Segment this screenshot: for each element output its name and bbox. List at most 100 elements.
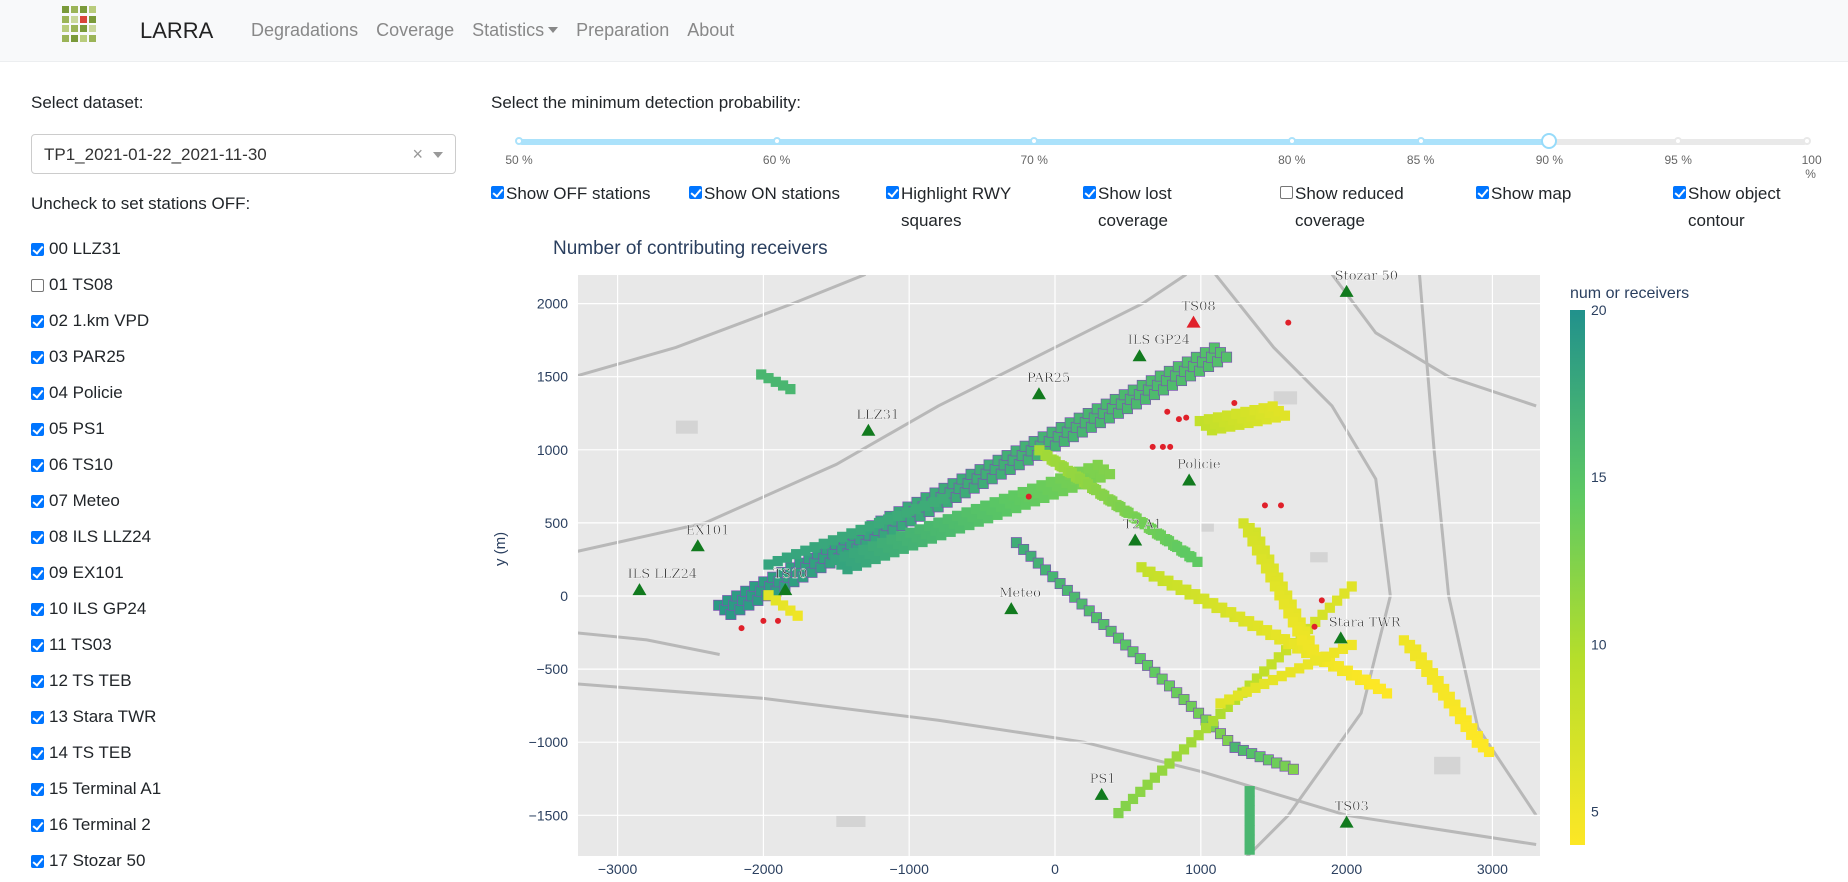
heatmap-cell xyxy=(776,567,788,578)
slider-dot[interactable] xyxy=(515,137,523,145)
station-item[interactable]: 04 Policie xyxy=(31,383,123,403)
station-label: ILS LLZ24 xyxy=(627,567,697,582)
slider-mark-label[interactable]: 60 % xyxy=(763,153,790,167)
station-checkbox[interactable] xyxy=(31,242,44,256)
heatmap-cell xyxy=(1187,589,1198,600)
station-item[interactable]: 07 Meteo xyxy=(31,491,120,511)
station-checkbox[interactable] xyxy=(31,386,44,400)
station-checkbox[interactable] xyxy=(31,854,44,868)
station-item[interactable]: 14 TS TEB xyxy=(31,743,132,763)
heatmap-cell xyxy=(1249,404,1260,416)
station-item[interactable]: 16 Terminal 2 xyxy=(31,815,151,835)
clear-icon[interactable]: × xyxy=(412,144,423,165)
heatmap-cell xyxy=(1328,661,1339,672)
brand-name[interactable]: LARRA xyxy=(140,18,213,44)
station-item[interactable]: 11 TS03 xyxy=(31,635,112,655)
show-lost-checkbox[interactable] xyxy=(1083,186,1096,199)
show-off-checkbox[interactable] xyxy=(491,186,504,199)
slider-dot[interactable] xyxy=(1803,137,1811,145)
station-item[interactable]: 00 LLZ31 xyxy=(31,239,121,259)
station-checkbox[interactable] xyxy=(31,782,44,796)
probability-slider[interactable]: 50 % 60 % 70 % 80 % 85 % 90 % 95 % 100 % xyxy=(505,133,1822,181)
heatmap-cell xyxy=(1294,663,1305,674)
slider-handle[interactable] xyxy=(1541,133,1558,149)
slider-mark-label[interactable]: 95 % xyxy=(1665,153,1692,167)
station-checkbox[interactable] xyxy=(31,602,44,616)
station-checkbox[interactable] xyxy=(31,350,44,364)
slider-mark-label[interactable]: 70 % xyxy=(1021,153,1048,167)
larra-logo[interactable] xyxy=(62,6,98,42)
station-item[interactable]: 17 Stozar 50 xyxy=(31,851,145,871)
option-show-reduced[interactable]: Show reduced coverage xyxy=(1280,180,1440,234)
station-checkbox[interactable] xyxy=(31,746,44,760)
dataset-select[interactable]: TP1_2021-01-22_2021-11-30 × xyxy=(31,134,456,174)
slider-mark-label[interactable]: 100 % xyxy=(1802,153,1822,181)
station-checkbox[interactable] xyxy=(31,710,44,724)
nav-preparation[interactable]: Preparation xyxy=(576,20,669,41)
heatmap-cell xyxy=(1241,616,1252,627)
heatmap-cell xyxy=(1277,581,1288,592)
slider-dot[interactable] xyxy=(1287,137,1296,145)
show-map-checkbox[interactable] xyxy=(1476,186,1489,199)
show-on-checkbox[interactable] xyxy=(689,186,702,199)
station-item[interactable]: 15 Terminal A1 xyxy=(31,779,161,799)
slider-mark-label[interactable]: 50 % xyxy=(505,153,532,167)
station-checkbox[interactable] xyxy=(31,278,44,292)
nav-statistics[interactable]: Statistics xyxy=(472,20,559,41)
chevron-down-icon[interactable] xyxy=(433,152,443,158)
show-on-label: Show ON stations xyxy=(704,184,841,203)
station-item[interactable]: 10 ILS GP24 xyxy=(31,599,146,619)
slider-dot[interactable] xyxy=(772,137,781,145)
station-checkbox[interactable] xyxy=(31,638,44,652)
option-show-on[interactable]: Show ON stations xyxy=(689,180,889,207)
station-item[interactable]: 02 1.km VPD xyxy=(31,311,149,331)
heatmap-cell xyxy=(1467,723,1478,734)
heatmap-cell xyxy=(1062,465,1073,476)
option-show-off[interactable]: Show OFF stations xyxy=(491,180,691,207)
station-item[interactable]: 05 PS1 xyxy=(31,419,105,439)
heatmap-cell xyxy=(1137,518,1148,529)
option-show-lost[interactable]: Show lost coverage xyxy=(1083,180,1213,234)
nav-degradations[interactable]: Degradations xyxy=(251,20,358,41)
highlight-rwy-checkbox[interactable] xyxy=(886,186,899,199)
station-checkbox[interactable] xyxy=(31,818,44,832)
nav-about[interactable]: About xyxy=(687,20,734,41)
station-item[interactable]: 09 EX101 xyxy=(31,563,124,583)
station-checkbox[interactable] xyxy=(31,422,44,436)
station-checkbox[interactable] xyxy=(31,530,44,544)
station-checkbox[interactable] xyxy=(31,674,44,688)
show-reduced-checkbox[interactable] xyxy=(1280,186,1293,199)
option-show-map[interactable]: Show map xyxy=(1476,180,1636,207)
slider-mark-label[interactable]: 80 % xyxy=(1278,153,1305,167)
show-contour-checkbox[interactable] xyxy=(1673,186,1686,199)
heatmap-cell xyxy=(858,544,869,555)
nav-coverage[interactable]: Coverage xyxy=(376,20,454,41)
heatmap-cell xyxy=(1078,477,1090,488)
heatmap-cell xyxy=(1251,545,1263,556)
station-checkbox[interactable] xyxy=(31,494,44,508)
station-checkbox[interactable] xyxy=(31,458,44,472)
station-item[interactable]: 03 PAR25 xyxy=(31,347,125,367)
heatmap-cell xyxy=(958,515,969,526)
station-label: Stozar 50 xyxy=(1335,269,1398,284)
station-item[interactable]: 08 ILS LLZ24 xyxy=(31,527,151,547)
station-item[interactable]: 13 Stara TWR xyxy=(31,707,156,727)
heatmap-cell xyxy=(1160,575,1171,586)
option-show-contour[interactable]: Show object contour xyxy=(1673,180,1803,234)
heatmap-cell xyxy=(785,562,797,574)
slider-mark-label[interactable]: 85 % xyxy=(1407,153,1434,167)
station-item[interactable]: 06 TS10 xyxy=(31,455,113,475)
station-item[interactable]: 01 TS08 xyxy=(31,275,113,295)
station-label: 13 Stara TWR xyxy=(49,707,157,726)
coverage-plot[interactable]: LLZ31 PAR25 ILS GP24 EX101 ILS LLZ24 TS10 Mete… xyxy=(0,0,1848,882)
slider-mark-label[interactable]: 90 % xyxy=(1536,153,1563,167)
station-checkbox[interactable] xyxy=(31,566,44,580)
option-highlight-rwy[interactable]: Highlight RWY squares xyxy=(886,180,1036,234)
station-checkbox[interactable] xyxy=(31,314,44,328)
heatmap-cell xyxy=(1040,449,1051,461)
slider-dot[interactable] xyxy=(1416,137,1425,145)
station-label: 08 ILS LLZ24 xyxy=(49,527,152,546)
heatmap-cell xyxy=(1264,554,1275,565)
station-item[interactable]: 12 TS TEB xyxy=(31,671,132,691)
heatmap-cell xyxy=(1202,598,1213,609)
